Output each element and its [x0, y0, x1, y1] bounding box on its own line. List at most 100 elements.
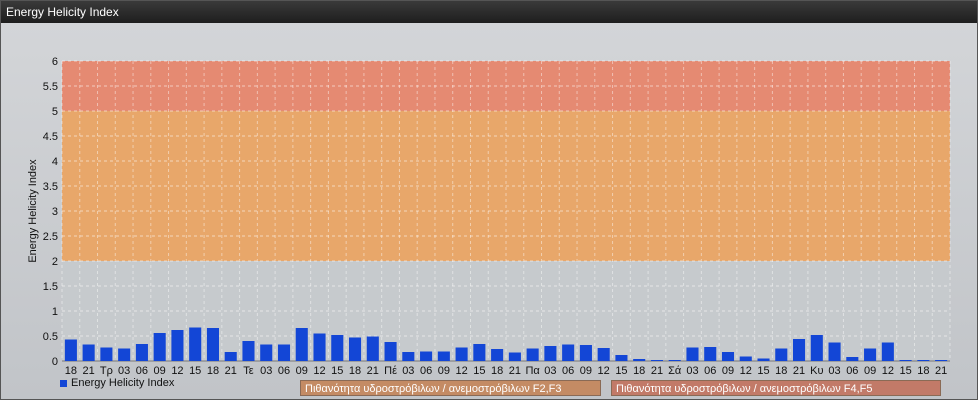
y-tick-label: 2.5	[43, 231, 58, 243]
x-tick-label: 03	[828, 365, 840, 377]
bar	[828, 342, 841, 361]
bar	[562, 344, 575, 361]
bar	[277, 344, 291, 361]
x-tick-label: 09	[296, 365, 308, 377]
x-tick-label: Τρ	[100, 365, 113, 377]
bar	[349, 337, 362, 361]
bar	[82, 344, 95, 361]
bar	[100, 347, 113, 361]
y-tick-label: 1.5	[43, 281, 58, 293]
bar	[206, 328, 219, 361]
y-tick-label: 3.5	[43, 181, 58, 193]
y-tick-label: 0	[52, 356, 58, 368]
bar	[171, 330, 184, 361]
bar	[224, 352, 237, 361]
x-tick-label: 18	[207, 365, 219, 377]
band-label-f2f3: Πιθανότητα υδροστρόβιλων / ανεμοστρόβιλω…	[300, 380, 601, 396]
bar	[455, 347, 468, 361]
band-label-f4f5: Πιθανότητα υδροστρόβιλων / ανεμοστρόβιλω…	[611, 380, 941, 396]
bar	[473, 344, 486, 361]
ehi-chart: 0 0.5 1 1.5 2 2.5 3 3.5 4 4.5 5 5.5 6 Energy Helicity…	[27, 56, 951, 377]
bar	[881, 342, 894, 361]
bar	[686, 347, 699, 361]
y-tick-label: 2	[52, 256, 58, 268]
x-tick-label: 03	[260, 365, 272, 377]
x-tick-label: 12	[882, 365, 894, 377]
x-tick-label: 12	[455, 365, 467, 377]
bar	[313, 333, 326, 361]
x-tick-label: 03	[686, 365, 698, 377]
x-tick-label: 03	[402, 365, 414, 377]
bar	[508, 352, 521, 361]
bar	[437, 351, 450, 361]
x-tick-label: Πα	[525, 365, 540, 377]
bar	[242, 341, 255, 361]
x-tick-label: 06	[420, 365, 432, 377]
bar	[668, 360, 681, 361]
bar	[295, 328, 308, 361]
bar	[544, 346, 557, 361]
bar	[917, 360, 930, 361]
bar	[704, 347, 717, 361]
x-tick-label: 18	[349, 365, 361, 377]
x-tick-label: 06	[846, 365, 858, 377]
bar	[118, 348, 131, 361]
legend: Energy Helicity Index	[60, 377, 174, 389]
x-tick-label: 09	[580, 365, 592, 377]
bar	[810, 335, 823, 361]
bar	[775, 348, 788, 361]
x-tick-label: 21	[367, 365, 379, 377]
bar	[402, 352, 415, 361]
bar	[757, 358, 770, 361]
x-tick-label: Κυ	[810, 365, 823, 377]
x-tick-label: 09	[154, 365, 166, 377]
y-axis-label: Energy Helicity Index	[27, 159, 39, 263]
x-tick-label: 18	[491, 365, 503, 377]
x-tick-label: 15	[189, 365, 201, 377]
x-tick-label: 09	[722, 365, 734, 377]
x-tick-label: 15	[473, 365, 485, 377]
x-tick-label: 12	[171, 365, 183, 377]
x-tick-label: 03	[118, 365, 130, 377]
bar	[153, 333, 166, 361]
bar	[899, 360, 912, 361]
bar	[633, 359, 646, 361]
x-tick-label: 15	[331, 365, 343, 377]
y-tick-label: 3	[52, 206, 58, 218]
x-tick-label: 12	[598, 365, 610, 377]
x-tick-label: 09	[438, 365, 450, 377]
x-tick-label: 21	[793, 365, 805, 377]
x-tick-label: 06	[278, 365, 290, 377]
y-tick-label: 5	[52, 106, 58, 118]
bar	[739, 356, 752, 361]
bar	[366, 336, 379, 361]
x-tick-label: 06	[562, 365, 574, 377]
y-tick-label: 5.5	[43, 81, 58, 93]
bar	[189, 327, 202, 361]
y-tick-label: 1	[52, 306, 58, 318]
plot-area: 0 0.5 1 1.5 2 2.5 3 3.5 4 4.5 5 5.5 6 Energy Helicity…	[1, 23, 977, 399]
y-tick-label: 6	[52, 56, 58, 68]
bar	[331, 335, 344, 361]
chart-window: Energy Helicity Index 0 0.5 1 1.5 2 2.5 3 3.5 4 4…	[0, 0, 978, 400]
bar	[721, 352, 735, 361]
x-tick-label: 15	[899, 365, 911, 377]
x-tick-label: 09	[864, 365, 876, 377]
x-tick-label: 21	[83, 365, 95, 377]
x-tick-label: 06	[136, 365, 148, 377]
x-tick-label: 21	[225, 365, 237, 377]
x-tick-label: 21	[651, 365, 663, 377]
x-tick-label: 18	[917, 365, 929, 377]
x-tick-label: 03	[544, 365, 556, 377]
bar	[864, 348, 877, 361]
bar	[579, 345, 592, 361]
x-tick-label: 21	[935, 365, 947, 377]
bar	[650, 360, 663, 361]
x-tick-label: 12	[740, 365, 752, 377]
window-title: Energy Helicity Index	[1, 1, 977, 23]
y-tick-label: 0.5	[43, 331, 58, 343]
bar	[491, 349, 504, 361]
x-tick-label: Πέ	[384, 365, 397, 377]
bar	[597, 348, 610, 361]
x-tick-label: 18	[775, 365, 787, 377]
